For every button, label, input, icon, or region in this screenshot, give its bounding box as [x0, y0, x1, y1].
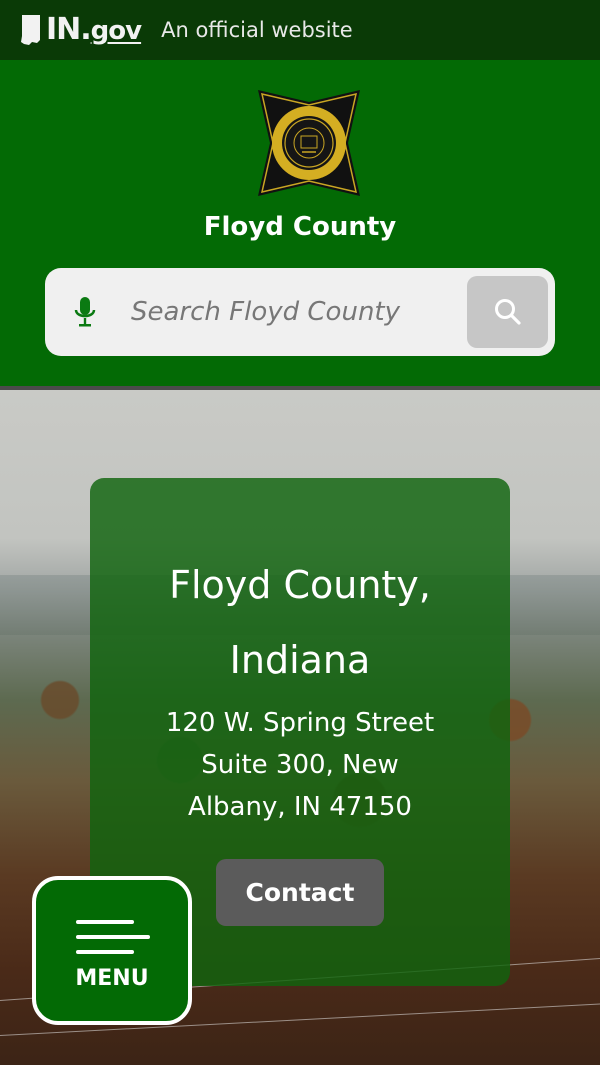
county-seal-logo[interactable] [258, 90, 360, 196]
official-website-text: An official website [161, 18, 353, 42]
hamburger-icon [76, 920, 150, 954]
address-line: Albany, IN 47150 [188, 792, 412, 822]
hero-title-line: Floyd County, [169, 563, 431, 607]
indiana-state-icon [21, 15, 40, 45]
site-header: Floyd County [0, 60, 600, 386]
address-line: Suite 300, New [201, 750, 399, 780]
search-icon [494, 299, 521, 325]
search-input[interactable] [131, 288, 415, 336]
ingov-logo[interactable]: IN.gov [20, 10, 142, 50]
search-bar [45, 268, 555, 356]
contact-button[interactable]: Contact [216, 859, 384, 926]
menu-label: MENU [75, 966, 149, 991]
county-address: 120 W. Spring Street Suite 300, New Alba… [130, 702, 470, 828]
county-name-heading: Floyd County [203, 212, 397, 242]
hero-title: Floyd County, Indiana [90, 548, 510, 698]
hero-title-line: Indiana [229, 638, 371, 682]
ingov-logo-text: IN.gov [46, 12, 142, 47]
microphone-icon[interactable] [73, 296, 97, 328]
address-line: 120 W. Spring Street [165, 708, 435, 738]
menu-button[interactable]: MENU [32, 876, 192, 1025]
ingov-topbar: IN.gov An official website [0, 0, 600, 60]
search-button[interactable] [467, 276, 548, 348]
